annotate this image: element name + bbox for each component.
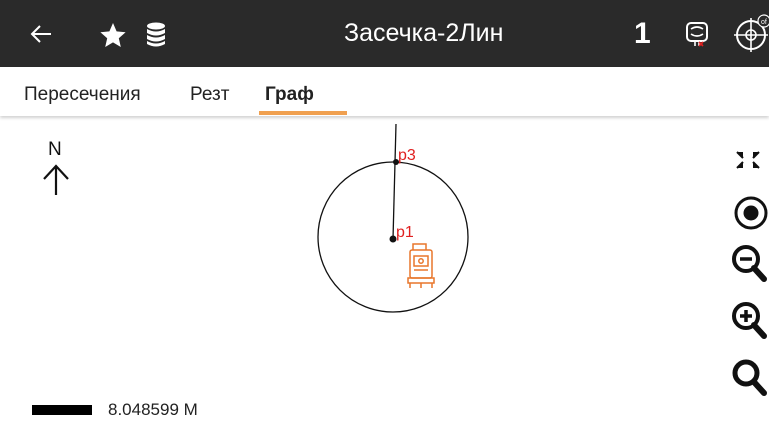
search-button[interactable] [727, 357, 769, 397]
north-arrow-icon [43, 164, 69, 195]
collapse-icon [736, 151, 760, 169]
scale-bar [32, 405, 92, 415]
tab-bar: Пересечения Резт Граф [0, 67, 769, 116]
app-bar: Засечка-2Лин 1 of [0, 0, 769, 67]
database-icon[interactable] [146, 22, 166, 48]
zoom-out-icon [732, 245, 767, 282]
star-icon[interactable] [99, 22, 127, 48]
page-title: Засечка-2Лин [344, 19, 504, 47]
svg-text:of: of [761, 19, 767, 26]
back-arrow-icon[interactable] [30, 24, 52, 44]
total-station-icon [407, 243, 435, 288]
tab-graph[interactable]: Граф [265, 67, 314, 116]
count-badge: 1 [634, 17, 651, 50]
crosshair-target-icon[interactable]: of [734, 13, 769, 53]
center-location-button[interactable] [727, 193, 769, 233]
point-p3-label: p3 [398, 147, 416, 164]
scale-text: 8.048599 M [108, 400, 198, 419]
zoom-out-button[interactable] [727, 243, 769, 283]
active-tab-indicator [259, 111, 347, 115]
zoom-in-button[interactable] [727, 300, 769, 340]
search-icon [732, 359, 767, 396]
tab-results[interactable]: Резт [190, 67, 229, 116]
tab-intersections[interactable]: Пересечения [24, 67, 141, 116]
north-label: N [48, 139, 62, 160]
collapse-button[interactable] [727, 140, 769, 180]
point-p1-label: p1 [396, 224, 414, 241]
center-location-icon [734, 196, 768, 230]
zoom-in-icon [732, 302, 767, 339]
map-canvas[interactable]: p3 p1 [0, 116, 769, 438]
device-icon[interactable] [684, 20, 710, 48]
direction-line [392, 123, 397, 240]
